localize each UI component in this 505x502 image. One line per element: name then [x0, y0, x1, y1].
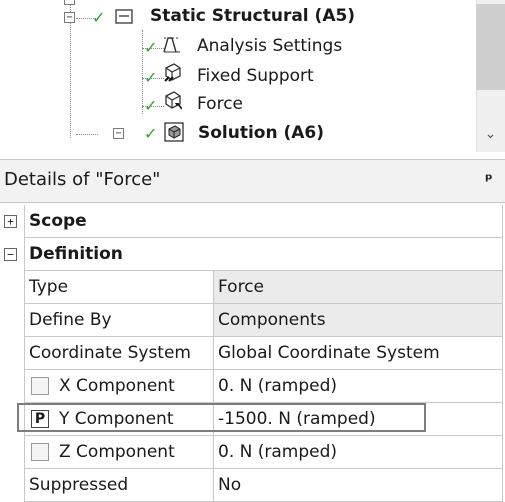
table-row: X Component 0. N (ramped) [0, 370, 503, 403]
property-value-x-component[interactable]: 0. N (ramped) [214, 370, 503, 403]
x-component-label: X Component [59, 376, 175, 396]
category-definition[interactable]: − Definition [0, 238, 503, 271]
check-icon: ✓ [144, 96, 158, 115]
details-panel-header: Details of "Force" ᵖ [0, 159, 505, 203]
table-row: Suppressed No [0, 469, 503, 502]
property-value-suppressed[interactable]: No [214, 469, 503, 502]
table-row: Define By Components [0, 304, 503, 337]
y-component-label: Y Component [59, 409, 174, 429]
tree-node-analysis-settings[interactable]: Analysis Settings [197, 36, 342, 56]
static-structural-expander[interactable]: − [64, 12, 75, 23]
table-row: P Y Component -1500. N (ramped) [0, 403, 503, 436]
scope-expander-icon[interactable]: + [4, 215, 17, 228]
scroll-down-arrow-icon[interactable]: ⌄ [476, 122, 505, 146]
check-icon: ✓ [144, 68, 158, 87]
table-row: Type Force [0, 271, 503, 304]
tree-scrollbar-thumb[interactable] [476, 4, 505, 90]
category-label-definition: Definition [29, 244, 123, 264]
property-value-type[interactable]: Force [214, 271, 503, 304]
parameter-checkbox[interactable] [31, 443, 49, 461]
solution-icon [164, 122, 184, 142]
static-structural-icon [115, 9, 133, 24]
definition-row: Definition [24, 238, 503, 271]
tree-node-force[interactable]: Force [197, 94, 243, 114]
property-value-coordinate-system[interactable]: Global Coordinate System [214, 337, 503, 370]
property-name-x-component: X Component [24, 370, 214, 403]
solution-expander[interactable]: − [113, 128, 124, 139]
tree-expander[interactable]: − [64, 0, 75, 5]
z-component-label: Z Component [59, 442, 175, 462]
pin-icon[interactable]: ᵖ [485, 170, 493, 189]
property-name-suppressed: Suppressed [24, 469, 214, 502]
outline-tree: − − ✓ Static Structural (A5) ✓ Analysis … [0, 0, 505, 152]
details-title: Details of "Force" [4, 169, 161, 190]
property-value-y-component[interactable]: -1500. N (ramped) [214, 403, 503, 436]
tree-guide-line [142, 30, 143, 114]
scope-row: Scope [24, 205, 503, 238]
property-name-y-component: P Y Component [24, 403, 214, 436]
property-name-type: Type [24, 271, 214, 304]
tree-node-static-structural[interactable]: Static Structural (A5) [150, 6, 355, 26]
tree-branch [76, 134, 98, 135]
table-row: Z Component 0. N (ramped) [0, 436, 503, 469]
definition-expander-icon[interactable]: − [4, 248, 17, 261]
property-value-z-component[interactable]: 0. N (ramped) [214, 436, 503, 469]
tree-node-solution[interactable]: Solution (A6) [198, 123, 324, 143]
parameter-checkbox-checked[interactable]: P [31, 410, 49, 428]
fixed-support-icon [164, 63, 181, 82]
category-scope[interactable]: + Scope [0, 205, 503, 238]
property-name-coordinate-system: Coordinate System [24, 337, 214, 370]
table-row: Coordinate System Global Coordinate Syst… [0, 337, 503, 370]
property-value-define-by[interactable]: Components [214, 304, 503, 337]
check-icon: ✓ [144, 38, 158, 57]
property-name-z-component: Z Component [24, 436, 214, 469]
check-icon: ✓ [144, 124, 158, 143]
analysis-settings-icon [163, 37, 180, 53]
tree-node-fixed-support[interactable]: Fixed Support [197, 66, 314, 86]
property-name-define-by: Define By [24, 304, 214, 337]
check-icon: ✓ [92, 8, 106, 27]
parameter-checkbox[interactable] [31, 377, 49, 395]
category-label-scope: Scope [29, 211, 87, 231]
force-icon [165, 91, 182, 110]
